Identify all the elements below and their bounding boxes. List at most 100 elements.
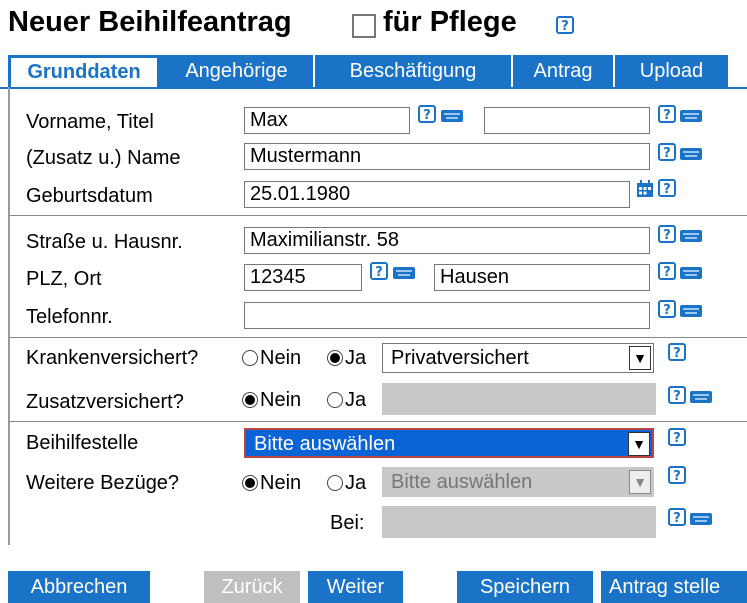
help-icon[interactable]: ?	[556, 16, 574, 34]
ja-label: Ja	[345, 389, 367, 411]
abbrechen-button[interactable]: Abbrechen	[8, 571, 150, 603]
zurueck-button[interactable]: Zurück	[204, 571, 300, 603]
svg-text:?: ?	[663, 228, 671, 243]
zusatz-label: Zusatzversichert?	[26, 391, 184, 413]
svg-text:?: ?	[663, 146, 671, 161]
form-frame	[8, 87, 10, 545]
help-icon[interactable]: ?	[658, 225, 676, 243]
kranken-ja-radio[interactable]: Ja	[327, 347, 366, 370]
pflege-checkbox[interactable]	[352, 14, 376, 38]
nein-label: Nein	[260, 389, 302, 411]
calendar-icon[interactable]	[636, 180, 654, 198]
geburtsdatum-input[interactable]: 25.01.1980	[244, 181, 630, 208]
antrag-stellen-button[interactable]: Antrag stelle	[601, 571, 747, 603]
divider	[10, 421, 747, 422]
keyboard-icon[interactable]	[680, 266, 702, 279]
beihilfestelle-select-value: Bitte auswählen	[254, 433, 396, 455]
help-icon[interactable]: ?	[658, 105, 676, 123]
weiter-button[interactable]: Weiter	[308, 571, 403, 603]
help-icon[interactable]: ?	[370, 262, 388, 280]
tab-angehoerige[interactable]: Angehörige	[160, 55, 315, 87]
strasse-input[interactable]: Maximilianstr. 58	[244, 227, 650, 254]
svg-text:?: ?	[375, 265, 383, 280]
beihilfestelle-label: Beihilfestelle	[26, 432, 139, 454]
page-title-suffix: für Pflege	[383, 6, 517, 38]
page-title: Neuer Beihilfeantrag	[8, 6, 292, 38]
ja-label: Ja	[345, 472, 367, 494]
ort-input[interactable]: Hausen	[434, 264, 650, 291]
beihilfestelle-select[interactable]: Bitte auswählen ▼	[244, 428, 654, 458]
help-icon[interactable]: ?	[658, 179, 676, 197]
keyboard-icon[interactable]	[680, 229, 702, 242]
svg-text:?: ?	[663, 265, 671, 280]
divider	[10, 215, 747, 216]
svg-text:?: ?	[673, 389, 681, 404]
svg-text:?: ?	[673, 511, 681, 526]
speichern-button[interactable]: Speichern	[457, 571, 593, 603]
name-label: (Zusatz u.) Name	[26, 147, 181, 169]
chevron-down-icon[interactable]: ▼	[628, 432, 650, 456]
geburtsdatum-label: Geburtsdatum	[26, 185, 153, 207]
svg-text:?: ?	[663, 303, 671, 318]
bei-input	[382, 506, 656, 538]
svg-text:?: ?	[673, 431, 681, 446]
tab-antrag[interactable]: Antrag	[513, 55, 615, 87]
svg-text:?: ?	[561, 19, 569, 34]
zusatz-ja-radio[interactable]: Ja	[327, 389, 366, 412]
plz-input[interactable]: 12345	[244, 264, 362, 291]
keyboard-icon[interactable]	[690, 512, 712, 525]
help-icon[interactable]: ?	[418, 105, 436, 123]
kranken-nein-radio[interactable]: Nein	[242, 347, 301, 370]
strasse-label: Straße u. Hausnr.	[26, 231, 183, 253]
nein-label: Nein	[260, 347, 302, 369]
vorname-input[interactable]: Max	[244, 107, 410, 134]
keyboard-icon[interactable]	[690, 390, 712, 403]
svg-text:?: ?	[663, 182, 671, 197]
bezuege-select[interactable]: Bitte auswählen ▼	[382, 467, 654, 497]
tab-beschaeftigung[interactable]: Beschäftigung	[315, 55, 513, 87]
keyboard-icon[interactable]	[680, 304, 702, 317]
help-icon[interactable]: ?	[658, 300, 676, 318]
radio-button[interactable]	[327, 350, 343, 366]
radio-button[interactable]	[242, 350, 258, 366]
help-icon[interactable]: ?	[668, 343, 686, 361]
kranken-select[interactable]: Privatversichert ▼	[382, 343, 654, 373]
divider	[10, 337, 747, 338]
nein-label: Nein	[260, 472, 302, 494]
help-icon[interactable]: ?	[658, 143, 676, 161]
bei-label: Bei:	[330, 512, 365, 534]
keyboard-icon[interactable]	[441, 109, 463, 122]
radio-button[interactable]	[242, 475, 258, 491]
svg-text:?: ?	[423, 108, 431, 123]
bezuege-select-value: Bitte auswählen	[391, 471, 533, 493]
name-input[interactable]: Mustermann	[244, 143, 650, 170]
tab-underline	[0, 87, 747, 89]
telefon-label: Telefonnr.	[26, 306, 113, 328]
kranken-label: Krankenversichert?	[26, 347, 199, 369]
svg-text:?: ?	[663, 108, 671, 123]
bezuege-ja-radio[interactable]: Ja	[327, 472, 366, 495]
tab-bar: Grunddaten Angehörige Beschäftigung Antr…	[8, 55, 747, 87]
svg-text:?: ?	[673, 346, 681, 361]
svg-text:?: ?	[673, 469, 681, 484]
keyboard-icon[interactable]	[680, 109, 702, 122]
radio-button[interactable]	[327, 392, 343, 408]
help-icon[interactable]: ?	[668, 428, 686, 446]
help-icon[interactable]: ?	[668, 466, 686, 484]
chevron-down-icon[interactable]: ▼	[629, 346, 651, 370]
bezuege-label: Weitere Bezüge?	[26, 472, 180, 494]
titel-input[interactable]	[484, 107, 650, 134]
bezuege-nein-radio[interactable]: Nein	[242, 472, 301, 495]
tab-upload[interactable]: Upload	[615, 55, 730, 87]
keyboard-icon[interactable]	[393, 266, 415, 279]
keyboard-icon[interactable]	[680, 147, 702, 160]
zusatz-nein-radio[interactable]: Nein	[242, 389, 301, 412]
radio-button[interactable]	[242, 392, 258, 408]
help-icon[interactable]: ?	[668, 386, 686, 404]
help-icon[interactable]: ?	[668, 508, 686, 526]
telefon-input[interactable]	[244, 302, 650, 329]
tab-grunddaten[interactable]: Grunddaten	[8, 55, 160, 87]
help-icon[interactable]: ?	[658, 262, 676, 280]
radio-button[interactable]	[327, 475, 343, 491]
chevron-down-icon[interactable]: ▼	[629, 470, 651, 494]
